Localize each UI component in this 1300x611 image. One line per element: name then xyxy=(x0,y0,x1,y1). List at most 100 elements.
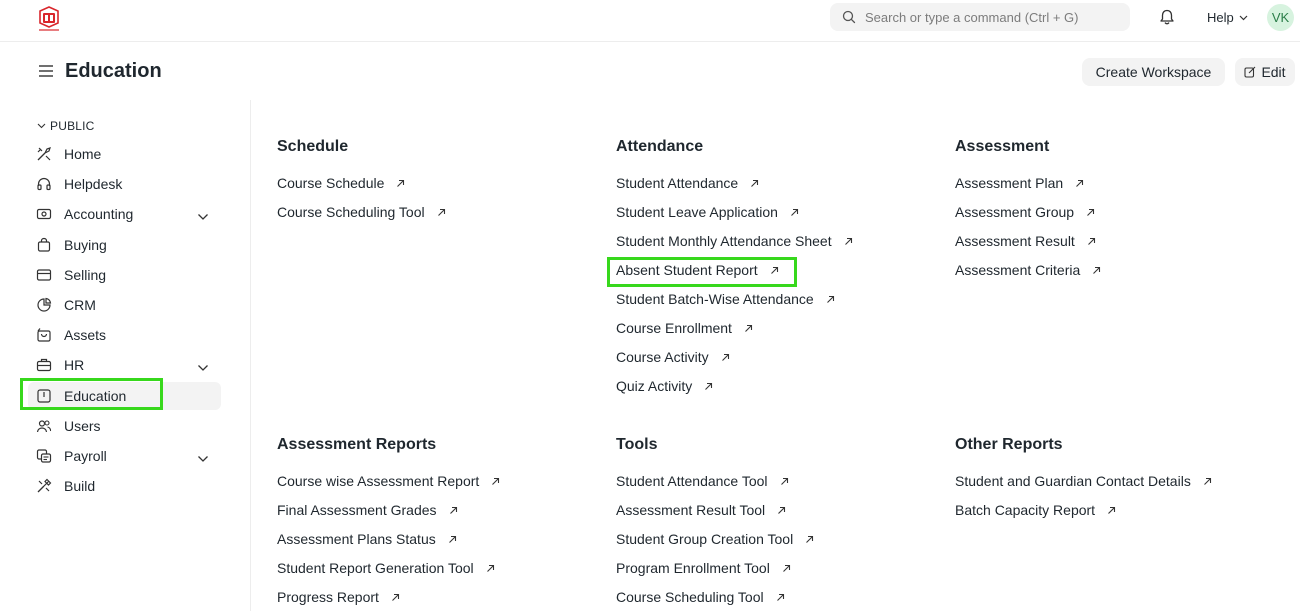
user-avatar[interactable]: VK xyxy=(1267,4,1294,31)
sidebar-item-buying[interactable]: Buying xyxy=(28,231,221,259)
link-assessment-result-tool[interactable]: Assessment Result Tool xyxy=(616,502,786,518)
link-label: Student Monthly Attendance Sheet xyxy=(616,233,832,249)
edit-button[interactable]: Edit xyxy=(1235,58,1295,86)
sidebar-item-users[interactable]: Users xyxy=(28,412,221,440)
sidebar-toggle-icon[interactable] xyxy=(38,64,54,83)
link-label: Quiz Activity xyxy=(616,378,693,394)
link-assessment-plan[interactable]: Assessment Plan xyxy=(955,175,1084,191)
link-label: Course Schedule xyxy=(277,175,385,191)
link-course-scheduling-tool[interactable]: Course Scheduling Tool xyxy=(616,589,785,605)
sidebar-item-crm[interactable]: CRM xyxy=(28,291,221,319)
search-bar[interactable]: Search or type a command (Ctrl + G) xyxy=(830,3,1130,31)
chevron-down-icon[interactable] xyxy=(197,359,209,375)
external-arrow-icon xyxy=(750,179,759,188)
cart-icon xyxy=(35,326,53,344)
link-progress-report[interactable]: Progress Report xyxy=(277,589,400,605)
link-student-leave-application[interactable]: Student Leave Application xyxy=(616,204,799,220)
sidebar-item-accounting[interactable]: Accounting xyxy=(28,200,221,228)
link-label: Assessment Criteria xyxy=(955,262,1081,278)
external-arrow-icon xyxy=(777,506,786,515)
link-assessment-group[interactable]: Assessment Group xyxy=(955,204,1095,220)
chevron-down-icon xyxy=(37,123,46,129)
sidebar-item-label: Payroll xyxy=(64,448,107,464)
link-label: Assessment Group xyxy=(955,204,1075,220)
help-label: Help xyxy=(1207,10,1234,25)
page-title: Education xyxy=(65,60,162,82)
link-student-attendance-tool[interactable]: Student Attendance Tool xyxy=(616,473,789,489)
external-arrow-icon xyxy=(790,208,799,217)
link-final-assessment-grades[interactable]: Final Assessment Grades xyxy=(277,502,458,518)
link-student-and-guardian-contact-details[interactable]: Student and Guardian Contact Details xyxy=(955,473,1212,489)
search-icon xyxy=(842,10,856,24)
link-label: Progress Report xyxy=(277,589,379,605)
sidebar-item-education[interactable]: Education xyxy=(28,381,221,410)
notifications-bell-icon[interactable] xyxy=(1158,8,1176,31)
search-placeholder: Search or type a command (Ctrl + G) xyxy=(865,9,1079,25)
top-navbar: Search or type a command (Ctrl + G) Help… xyxy=(0,0,1300,42)
external-arrow-icon xyxy=(721,353,730,362)
link-label: Program Enrollment Tool xyxy=(616,560,770,576)
chevron-down-icon[interactable] xyxy=(197,450,209,466)
link-label: Absent Student Report xyxy=(616,262,758,278)
external-arrow-icon xyxy=(448,535,457,544)
link-label: Final Assessment Grades xyxy=(277,502,437,518)
external-arrow-icon xyxy=(1092,266,1101,275)
link-course-wise-assessment-report[interactable]: Course wise Assessment Report xyxy=(277,473,500,489)
card-title-assessment-reports: Assessment Reports xyxy=(277,436,437,453)
money-icon xyxy=(35,205,53,223)
sidebar-item-selling[interactable]: Selling xyxy=(28,261,221,289)
sidebar-item-label: Users xyxy=(64,417,101,434)
sidebar-item-payroll[interactable]: Payroll xyxy=(28,442,221,470)
sidebar-item-assets[interactable]: Assets xyxy=(28,321,221,349)
help-dropdown[interactable]: Help xyxy=(1207,10,1248,25)
chevron-down-icon[interactable] xyxy=(197,208,209,224)
chevron-down-icon xyxy=(1239,15,1248,20)
link-label: Student Attendance Tool xyxy=(616,473,768,489)
link-label: Assessment Result Tool xyxy=(616,502,766,518)
link-assessment-result[interactable]: Assessment Result xyxy=(955,233,1096,249)
sidebar-item-label: Build xyxy=(64,478,96,495)
link-course-scheduling-tool[interactable]: Course Scheduling Tool xyxy=(277,204,446,220)
external-arrow-icon xyxy=(491,477,500,486)
external-arrow-icon xyxy=(770,266,779,275)
tools-icon xyxy=(35,145,53,163)
create-workspace-button[interactable]: Create Workspace xyxy=(1082,58,1225,86)
sidebar-item-label: Selling xyxy=(64,266,107,283)
sidebar-item-hr[interactable]: HR xyxy=(28,351,221,379)
link-label: Assessment Plan xyxy=(955,175,1064,191)
sidebar-section-public[interactable]: PUBLIC xyxy=(37,119,95,133)
sidebar: PUBLIC Home Helpdesk Accounting Buying Selli… xyxy=(0,100,251,611)
external-arrow-icon xyxy=(1086,208,1095,217)
sidebar-item-helpdesk[interactable]: Helpdesk xyxy=(28,170,221,198)
link-course-schedule[interactable]: Course Schedule xyxy=(277,175,405,191)
external-arrow-icon xyxy=(437,208,446,217)
sidebar-item-build[interactable]: Build xyxy=(28,472,221,500)
sidebar-item-label: Assets xyxy=(64,327,107,344)
card-title-schedule: Schedule xyxy=(277,138,349,155)
link-label: Course Scheduling Tool xyxy=(616,589,764,605)
link-label: Course Scheduling Tool xyxy=(277,204,425,220)
link-absent-student-report[interactable]: Absent Student Report xyxy=(616,262,779,278)
link-course-activity[interactable]: Course Activity xyxy=(616,349,730,365)
external-arrow-icon xyxy=(844,237,853,246)
link-label: Student Leave Application xyxy=(616,204,778,220)
link-program-enrollment-tool[interactable]: Program Enrollment Tool xyxy=(616,560,791,576)
external-arrow-icon xyxy=(704,382,713,391)
sidebar-item-home[interactable]: Home xyxy=(28,140,221,168)
create-workspace-label: Create Workspace xyxy=(1095,64,1212,80)
link-assessment-plans-status[interactable]: Assessment Plans Status xyxy=(277,531,457,547)
users-icon xyxy=(35,417,53,435)
app-logo[interactable] xyxy=(36,5,62,33)
link-student-group-creation-tool[interactable]: Student Group Creation Tool xyxy=(616,531,814,547)
link-student-report-generation-tool[interactable]: Student Report Generation Tool xyxy=(277,560,495,576)
link-student-monthly-attendance-sheet[interactable]: Student Monthly Attendance Sheet xyxy=(616,233,853,249)
link-course-enrollment[interactable]: Course Enrollment xyxy=(616,320,753,336)
link-quiz-activity[interactable]: Quiz Activity xyxy=(616,378,713,394)
external-arrow-icon xyxy=(1075,179,1084,188)
link-student-attendance[interactable]: Student Attendance xyxy=(616,175,759,191)
link-assessment-criteria[interactable]: Assessment Criteria xyxy=(955,262,1101,278)
headset-icon xyxy=(35,175,53,193)
link-batch-capacity-report[interactable]: Batch Capacity Report xyxy=(955,502,1116,518)
link-student-batch-wise-attendance[interactable]: Student Batch-Wise Attendance xyxy=(616,291,835,307)
external-arrow-icon xyxy=(744,324,753,333)
